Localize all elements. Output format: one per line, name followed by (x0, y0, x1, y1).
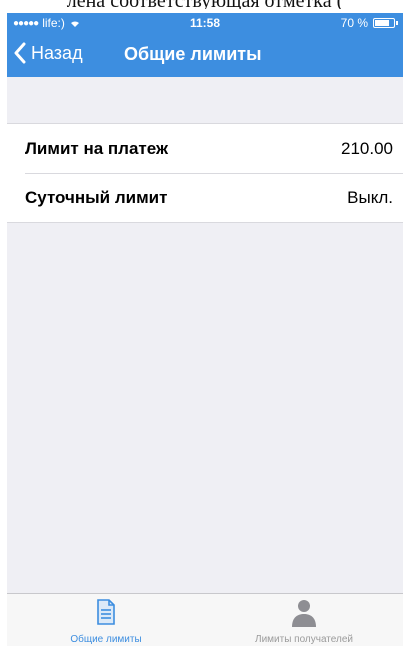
tab-general-limits[interactable]: Общие лимиты (7, 594, 205, 646)
document-icon (97, 599, 115, 625)
back-label: Назад (31, 42, 83, 63)
limit-label: Суточный лимит (25, 187, 168, 207)
limit-label: Лимит на платеж (25, 138, 169, 158)
battery-icon (373, 18, 398, 28)
tab-bar: Общие лимиты Лимиты получателей (7, 593, 403, 646)
chevron-left-icon (14, 42, 26, 64)
tab-label: Общие лимиты (70, 634, 142, 645)
limits-list: Лимит на платеж 210.00 Суточный лимит Вы… (7, 123, 403, 223)
battery-percent: 70 % (340, 16, 368, 30)
person-icon (292, 600, 316, 627)
back-button[interactable]: Назад (13, 42, 83, 64)
status-bar: ●●●●● life:) 11:58 70 % (7, 13, 403, 33)
battery-info: 70 % (340, 16, 398, 30)
page-title: Общие лимиты (124, 44, 262, 64)
tab-label: Лимиты получателей (255, 634, 353, 645)
limit-value: 210.00 (341, 138, 393, 158)
limit-value: Выкл. (347, 187, 393, 207)
phone-screen: ●●●●● life:) 11:58 70 % Назад Общие лими… (7, 13, 403, 646)
navigation-bar: Назад Общие лимиты (7, 33, 403, 77)
limit-row-daily[interactable]: Суточный лимит Выкл. (7, 173, 403, 222)
limit-row-payment[interactable]: Лимит на платеж 210.00 (7, 124, 403, 173)
tab-recipient-limits[interactable]: Лимиты получателей (205, 594, 403, 646)
document-caption-text: лена соответствующая отметка ( (0, 0, 410, 9)
